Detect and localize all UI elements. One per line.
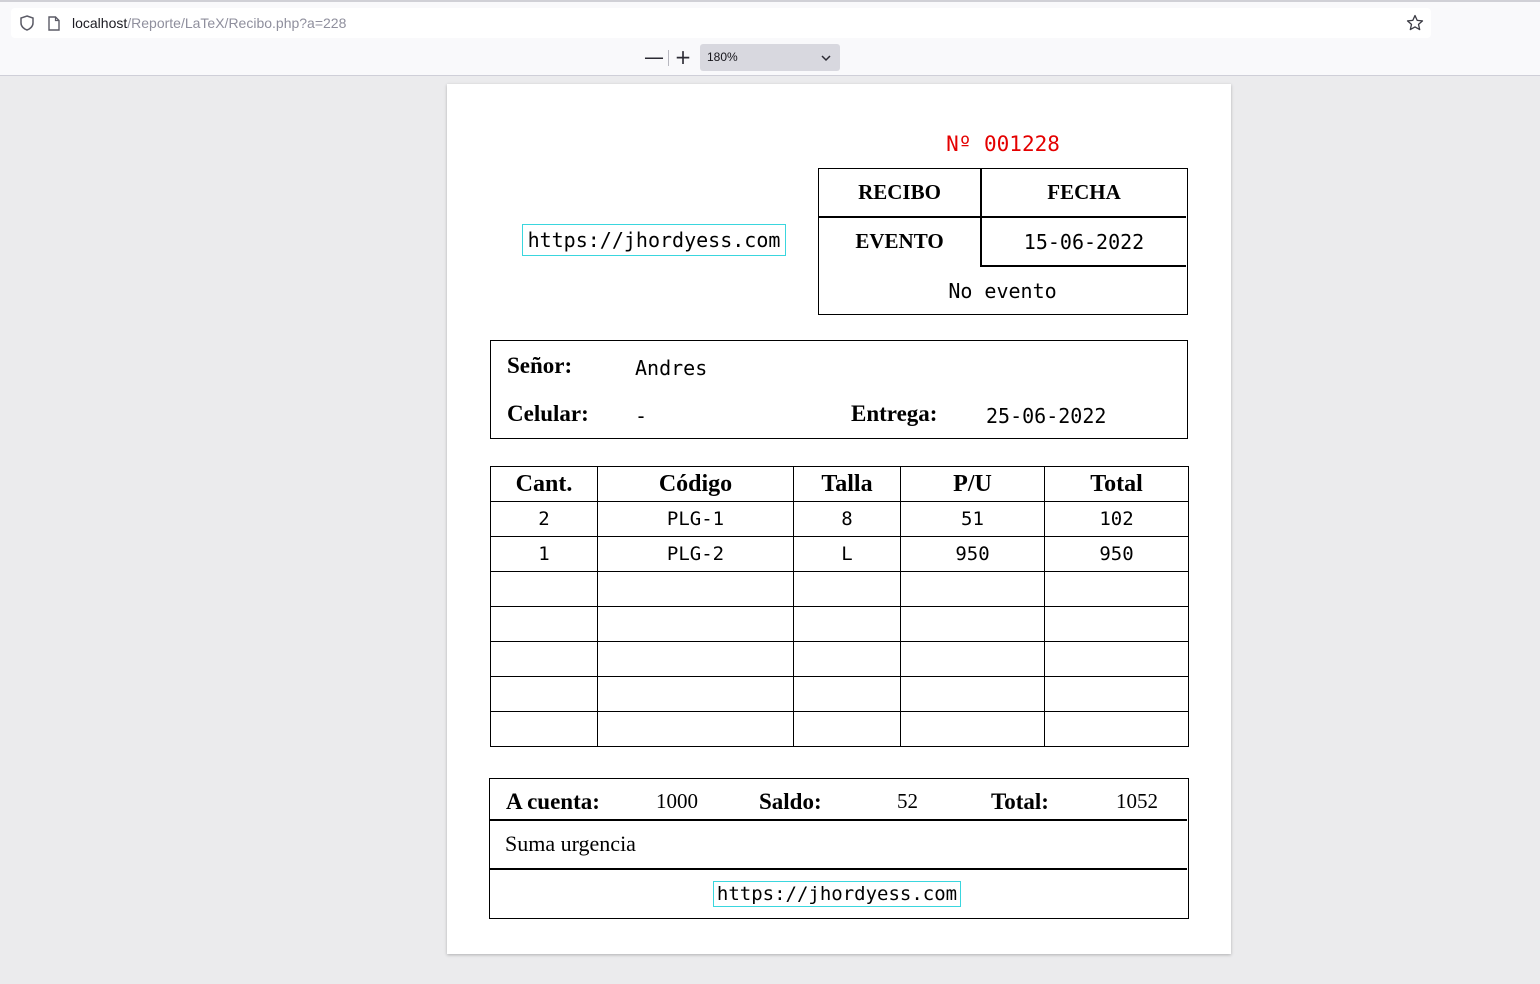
browser-url-strip: localhost/Reporte/LaTeX/Recibo.php?a=228 [0, 0, 1540, 38]
cell-cant [490, 571, 598, 607]
table-row [490, 571, 1189, 607]
cell-pu: 950 [900, 536, 1045, 572]
col-header-talla: Talla [793, 466, 901, 502]
cell-cant: 2 [490, 501, 598, 537]
zoom-value: 180% [707, 50, 738, 64]
cell-codigo [597, 676, 794, 712]
chevron-down-icon [820, 51, 832, 63]
evento-value: No evento [948, 278, 1057, 303]
table-row: 2 PLG-1 8 51 102 [490, 501, 1189, 537]
page-icon [47, 15, 61, 31]
site-link-bottom[interactable]: https://jhordyess.com [713, 881, 961, 907]
fecha-label: FECHA [1047, 180, 1121, 204]
cell-pu [900, 571, 1045, 607]
saldo-value: 52 [897, 789, 918, 813]
zoom-out-button[interactable]: — [641, 45, 667, 69]
star-icon[interactable] [1405, 13, 1425, 33]
items-table: Cant. Código Talla P/U Total 2 PLG-1 8 5… [490, 466, 1189, 747]
col-header-cant: Cant. [490, 466, 598, 502]
table-row [490, 711, 1189, 747]
url-path: /Reporte/LaTeX/Recibo.php?a=228 [127, 15, 347, 31]
fecha-value: 15-06-2022 [1023, 229, 1145, 254]
totals-divider-1 [490, 819, 1187, 821]
cell-cant: 1 [490, 536, 598, 572]
total-label: Total: [991, 789, 1049, 814]
pdf-toolbar: — + 180% [0, 38, 1540, 76]
col-header-pu: P/U [900, 466, 1045, 502]
table-row [490, 606, 1189, 642]
cell-total [1044, 571, 1189, 607]
address-bar[interactable]: localhost/Reporte/LaTeX/Recibo.php?a=228 [11, 8, 1431, 38]
col-header-total: Total [1044, 466, 1189, 502]
cell-cant [490, 641, 598, 677]
url-text[interactable]: localhost/Reporte/LaTeX/Recibo.php?a=228 [72, 15, 346, 31]
entrega-value: 25-06-2022 [986, 404, 1107, 428]
senor-label: Señor: [507, 353, 573, 378]
cell-pu [900, 711, 1045, 747]
a-cuenta-value: 1000 [656, 789, 698, 813]
table-row: 1 PLG-2 L 950 950 [490, 536, 1189, 572]
cell-talla: L [793, 536, 901, 572]
toolbar-separator [668, 50, 669, 66]
cell-pu [900, 676, 1045, 712]
shield-icon[interactable] [19, 14, 35, 32]
cell-total: 950 [1044, 536, 1189, 572]
celular-label: Celular: [507, 401, 589, 426]
zoom-select[interactable]: 180% [700, 44, 840, 71]
cell-pu [900, 641, 1045, 677]
cell-total [1044, 711, 1189, 747]
cell-codigo [597, 711, 794, 747]
client-info-box: Señor: Andres Celular: - Entrega: 25-06-… [490, 340, 1188, 439]
cell-total [1044, 676, 1189, 712]
cell-total [1044, 606, 1189, 642]
total-value: 1052 [1116, 789, 1158, 813]
cell-talla [793, 606, 901, 642]
cell-codigo: PLG-1 [597, 501, 794, 537]
cell-codigo [597, 606, 794, 642]
cell-cant [490, 676, 598, 712]
senor-value: Andres [635, 356, 708, 380]
table-header-row: Cant. Código Talla P/U Total [490, 466, 1189, 502]
url-host: localhost [72, 15, 128, 31]
saldo-label: Saldo: [759, 789, 822, 814]
cell-talla [793, 676, 901, 712]
celular-value: - [635, 404, 648, 428]
cell-codigo [597, 641, 794, 677]
site-link-top[interactable]: https://jhordyess.com [522, 224, 786, 256]
cell-pu: 51 [900, 501, 1045, 537]
pdf-page: Nº 001228 https://jhordyess.com RECIBO F… [447, 84, 1231, 954]
table-row [490, 676, 1189, 712]
cell-codigo: PLG-2 [597, 536, 794, 572]
cell-cant [490, 711, 598, 747]
cell-codigo [597, 571, 794, 607]
recibo-label: RECIBO [858, 180, 941, 204]
a-cuenta-label: A cuenta: [506, 789, 600, 814]
evento-label: EVENTO [855, 229, 944, 253]
cell-cant [490, 606, 598, 642]
totals-box: A cuenta: 1000 Saldo: 52 Total: 1052 Sum… [489, 778, 1189, 919]
col-header-codigo: Código [597, 466, 794, 502]
receipt-header-box: RECIBO FECHA EVENTO 15-06-2022 No evento [818, 168, 1188, 315]
cell-talla [793, 641, 901, 677]
receipt-number: Nº 001228 [946, 132, 1060, 156]
table-row [490, 641, 1189, 677]
note-text: Suma urgencia [505, 831, 636, 856]
cell-total [1044, 641, 1189, 677]
cell-total: 102 [1044, 501, 1189, 537]
cell-pu [900, 606, 1045, 642]
totals-divider-2 [490, 868, 1187, 870]
zoom-in-button[interactable]: + [670, 45, 696, 69]
entrega-label: Entrega: [851, 401, 938, 426]
cell-talla: 8 [793, 501, 901, 537]
cell-talla [793, 711, 901, 747]
cell-talla [793, 571, 901, 607]
